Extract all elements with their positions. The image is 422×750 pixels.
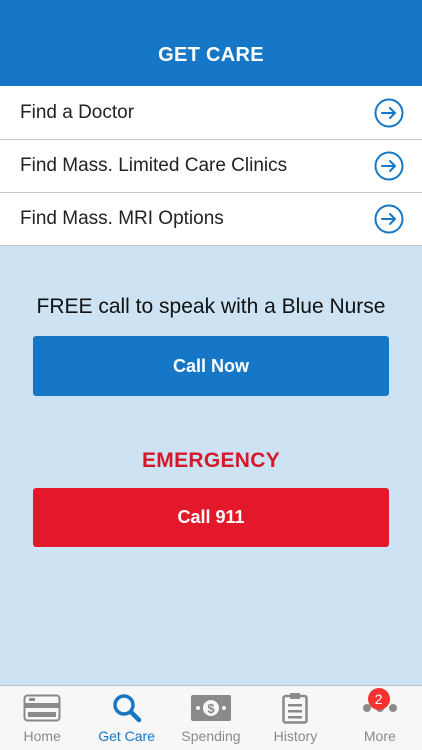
menu-item-find-doctor[interactable]: Find a Doctor bbox=[0, 86, 422, 139]
menu-item-mri-options[interactable]: Find Mass. MRI Options bbox=[0, 192, 422, 245]
dollar-bill-icon: $ bbox=[191, 692, 232, 724]
menu-item-label: Find Mass. MRI Options bbox=[20, 208, 224, 229]
menu-item-label: Find Mass. Limited Care Clinics bbox=[20, 155, 288, 176]
card-icon bbox=[22, 692, 62, 724]
tab-get-care[interactable]: Get Care bbox=[84, 686, 168, 750]
emergency-heading: EMERGENCY bbox=[141, 449, 281, 472]
app-header: GET CARE bbox=[0, 0, 422, 86]
care-menu: Find a Doctor Find Mass. Limited Care Cl… bbox=[0, 86, 422, 246]
tab-spending[interactable]: $ Spending bbox=[169, 686, 253, 750]
tab-label: More bbox=[363, 728, 396, 744]
tab-home[interactable]: Home bbox=[0, 686, 84, 750]
tab-bar: Home Get Care $ Spending History 2 More bbox=[0, 685, 422, 750]
svg-text:$: $ bbox=[207, 701, 215, 716]
call-now-button[interactable]: Call Now bbox=[33, 336, 389, 396]
clipboard-icon bbox=[275, 692, 315, 724]
notification-badge: 2 bbox=[367, 688, 390, 710]
arrow-circle-right-icon bbox=[374, 98, 404, 127]
search-icon bbox=[107, 692, 147, 724]
blue-nurse-text: FREE call to speak with a Blue Nurse bbox=[36, 295, 386, 318]
tab-label: History bbox=[273, 728, 318, 744]
arrow-circle-right-icon bbox=[374, 204, 404, 234]
tab-history[interactable]: History bbox=[253, 686, 337, 750]
tab-label: Home bbox=[23, 728, 61, 744]
tab-label: Get Care bbox=[98, 728, 156, 744]
tab-label: Spending bbox=[181, 728, 241, 744]
menu-item-limited-care-clinics[interactable]: Find Mass. Limited Care Clinics bbox=[0, 139, 422, 192]
page-title: GET CARE bbox=[158, 44, 264, 66]
menu-item-label: Find a Doctor bbox=[20, 101, 135, 123]
call-911-button[interactable]: Call 911 bbox=[33, 488, 389, 547]
arrow-circle-right-icon bbox=[374, 151, 404, 181]
tab-more[interactable]: 2 More bbox=[338, 686, 422, 750]
